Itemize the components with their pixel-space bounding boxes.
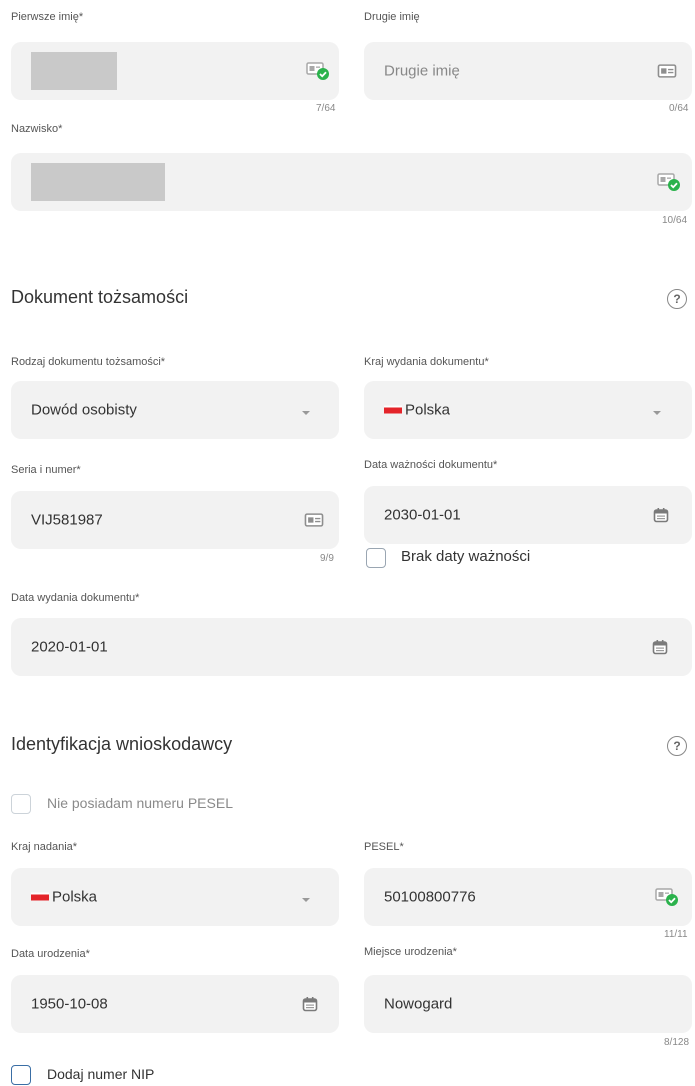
country-select[interactable]: Polska bbox=[11, 868, 339, 926]
first-name-counter: 7/64 bbox=[316, 103, 336, 114]
document-country-value: Polska bbox=[384, 402, 450, 419]
document-type-select[interactable]: Dowód osobisty bbox=[11, 381, 339, 439]
document-help-icon[interactable]: ? bbox=[667, 289, 687, 309]
id-card-check-icon bbox=[655, 888, 679, 907]
add-nip-checkbox[interactable] bbox=[11, 1065, 31, 1085]
pesel-value: 50100800776 bbox=[384, 888, 476, 906]
poland-flag-icon bbox=[31, 892, 49, 901]
surname-label: Nazwisko* bbox=[11, 123, 63, 135]
birth-date-value: 1950-10-08 bbox=[31, 995, 108, 1013]
document-number-label: Seria i numer* bbox=[11, 464, 81, 476]
document-number-value: VIJ581987 bbox=[31, 511, 103, 529]
id-card-icon bbox=[304, 513, 324, 527]
pesel-counter: 11/11 bbox=[664, 929, 688, 940]
expiry-date-label: Data ważności dokumentu* bbox=[364, 459, 498, 471]
redacted-surname bbox=[31, 163, 165, 201]
calendar-icon[interactable] bbox=[652, 639, 668, 655]
birth-date-field[interactable]: 1950-10-08 bbox=[11, 975, 339, 1033]
no-expiry-label[interactable]: Brak daty ważności bbox=[401, 548, 530, 565]
issue-date-value: 2020-01-01 bbox=[31, 638, 108, 656]
document-country-select[interactable]: Polska bbox=[364, 381, 692, 439]
add-nip-label[interactable]: Dodaj numer NIP bbox=[47, 1066, 154, 1082]
pesel-field[interactable]: 50100800776 bbox=[364, 868, 692, 926]
second-name-label: Drugie imię bbox=[364, 11, 420, 23]
second-name-field[interactable]: Drugie imię bbox=[364, 42, 692, 100]
identification-help-icon[interactable]: ? bbox=[667, 736, 687, 756]
issue-date-field[interactable]: 2020-01-01 bbox=[11, 618, 692, 676]
document-country-label: Kraj wydania dokumentu* bbox=[364, 356, 489, 368]
country-value: Polska bbox=[31, 889, 97, 906]
chevron-down-icon bbox=[653, 411, 661, 415]
birth-place-value: Nowogard bbox=[384, 995, 453, 1013]
birth-place-counter: 8/128 bbox=[664, 1037, 690, 1048]
expiry-date-field[interactable]: 2030-01-01 bbox=[364, 486, 692, 544]
calendar-icon[interactable] bbox=[302, 996, 318, 1012]
document-number-field[interactable]: VIJ581987 bbox=[11, 491, 339, 549]
identification-section-title: Identyfikacja wnioskodawcy bbox=[11, 734, 233, 754]
second-name-placeholder: Drugie imię bbox=[384, 62, 460, 80]
birth-place-field[interactable]: Nowogard bbox=[364, 975, 692, 1033]
poland-flag-icon bbox=[384, 405, 402, 414]
id-card-check-icon bbox=[657, 173, 681, 192]
redacted-first-name bbox=[31, 52, 117, 90]
birth-date-label: Data urodzenia* bbox=[11, 948, 90, 960]
pesel-label: PESEL* bbox=[364, 841, 404, 853]
no-pesel-label[interactable]: Nie posiadam numeru PESEL bbox=[47, 795, 233, 811]
expiry-date-value: 2030-01-01 bbox=[384, 506, 461, 524]
birth-place-label: Miejsce urodzenia* bbox=[364, 946, 457, 958]
first-name-label: Pierwsze imię* bbox=[11, 11, 84, 23]
issue-date-label: Data wydania dokumentu* bbox=[11, 592, 140, 604]
surname-counter: 10/64 bbox=[662, 215, 688, 226]
id-card-check-icon bbox=[306, 62, 330, 81]
chevron-down-icon bbox=[302, 898, 310, 902]
calendar-icon[interactable] bbox=[653, 507, 669, 523]
document-type-label: Rodzaj dokumentu tożsamości* bbox=[11, 356, 166, 368]
second-name-counter: 0/64 bbox=[669, 103, 689, 114]
document-number-counter: 9/9 bbox=[320, 553, 334, 564]
surname-field[interactable] bbox=[11, 153, 692, 211]
id-card-icon bbox=[657, 64, 677, 78]
country-label: Kraj nadania* bbox=[11, 841, 78, 853]
chevron-down-icon bbox=[302, 411, 310, 415]
no-expiry-checkbox[interactable] bbox=[366, 548, 386, 568]
first-name-field[interactable] bbox=[11, 42, 339, 100]
document-section-title: Dokument tożsamości bbox=[11, 287, 189, 307]
no-pesel-checkbox[interactable] bbox=[11, 794, 31, 814]
document-type-value: Dowód osobisty bbox=[31, 401, 137, 419]
